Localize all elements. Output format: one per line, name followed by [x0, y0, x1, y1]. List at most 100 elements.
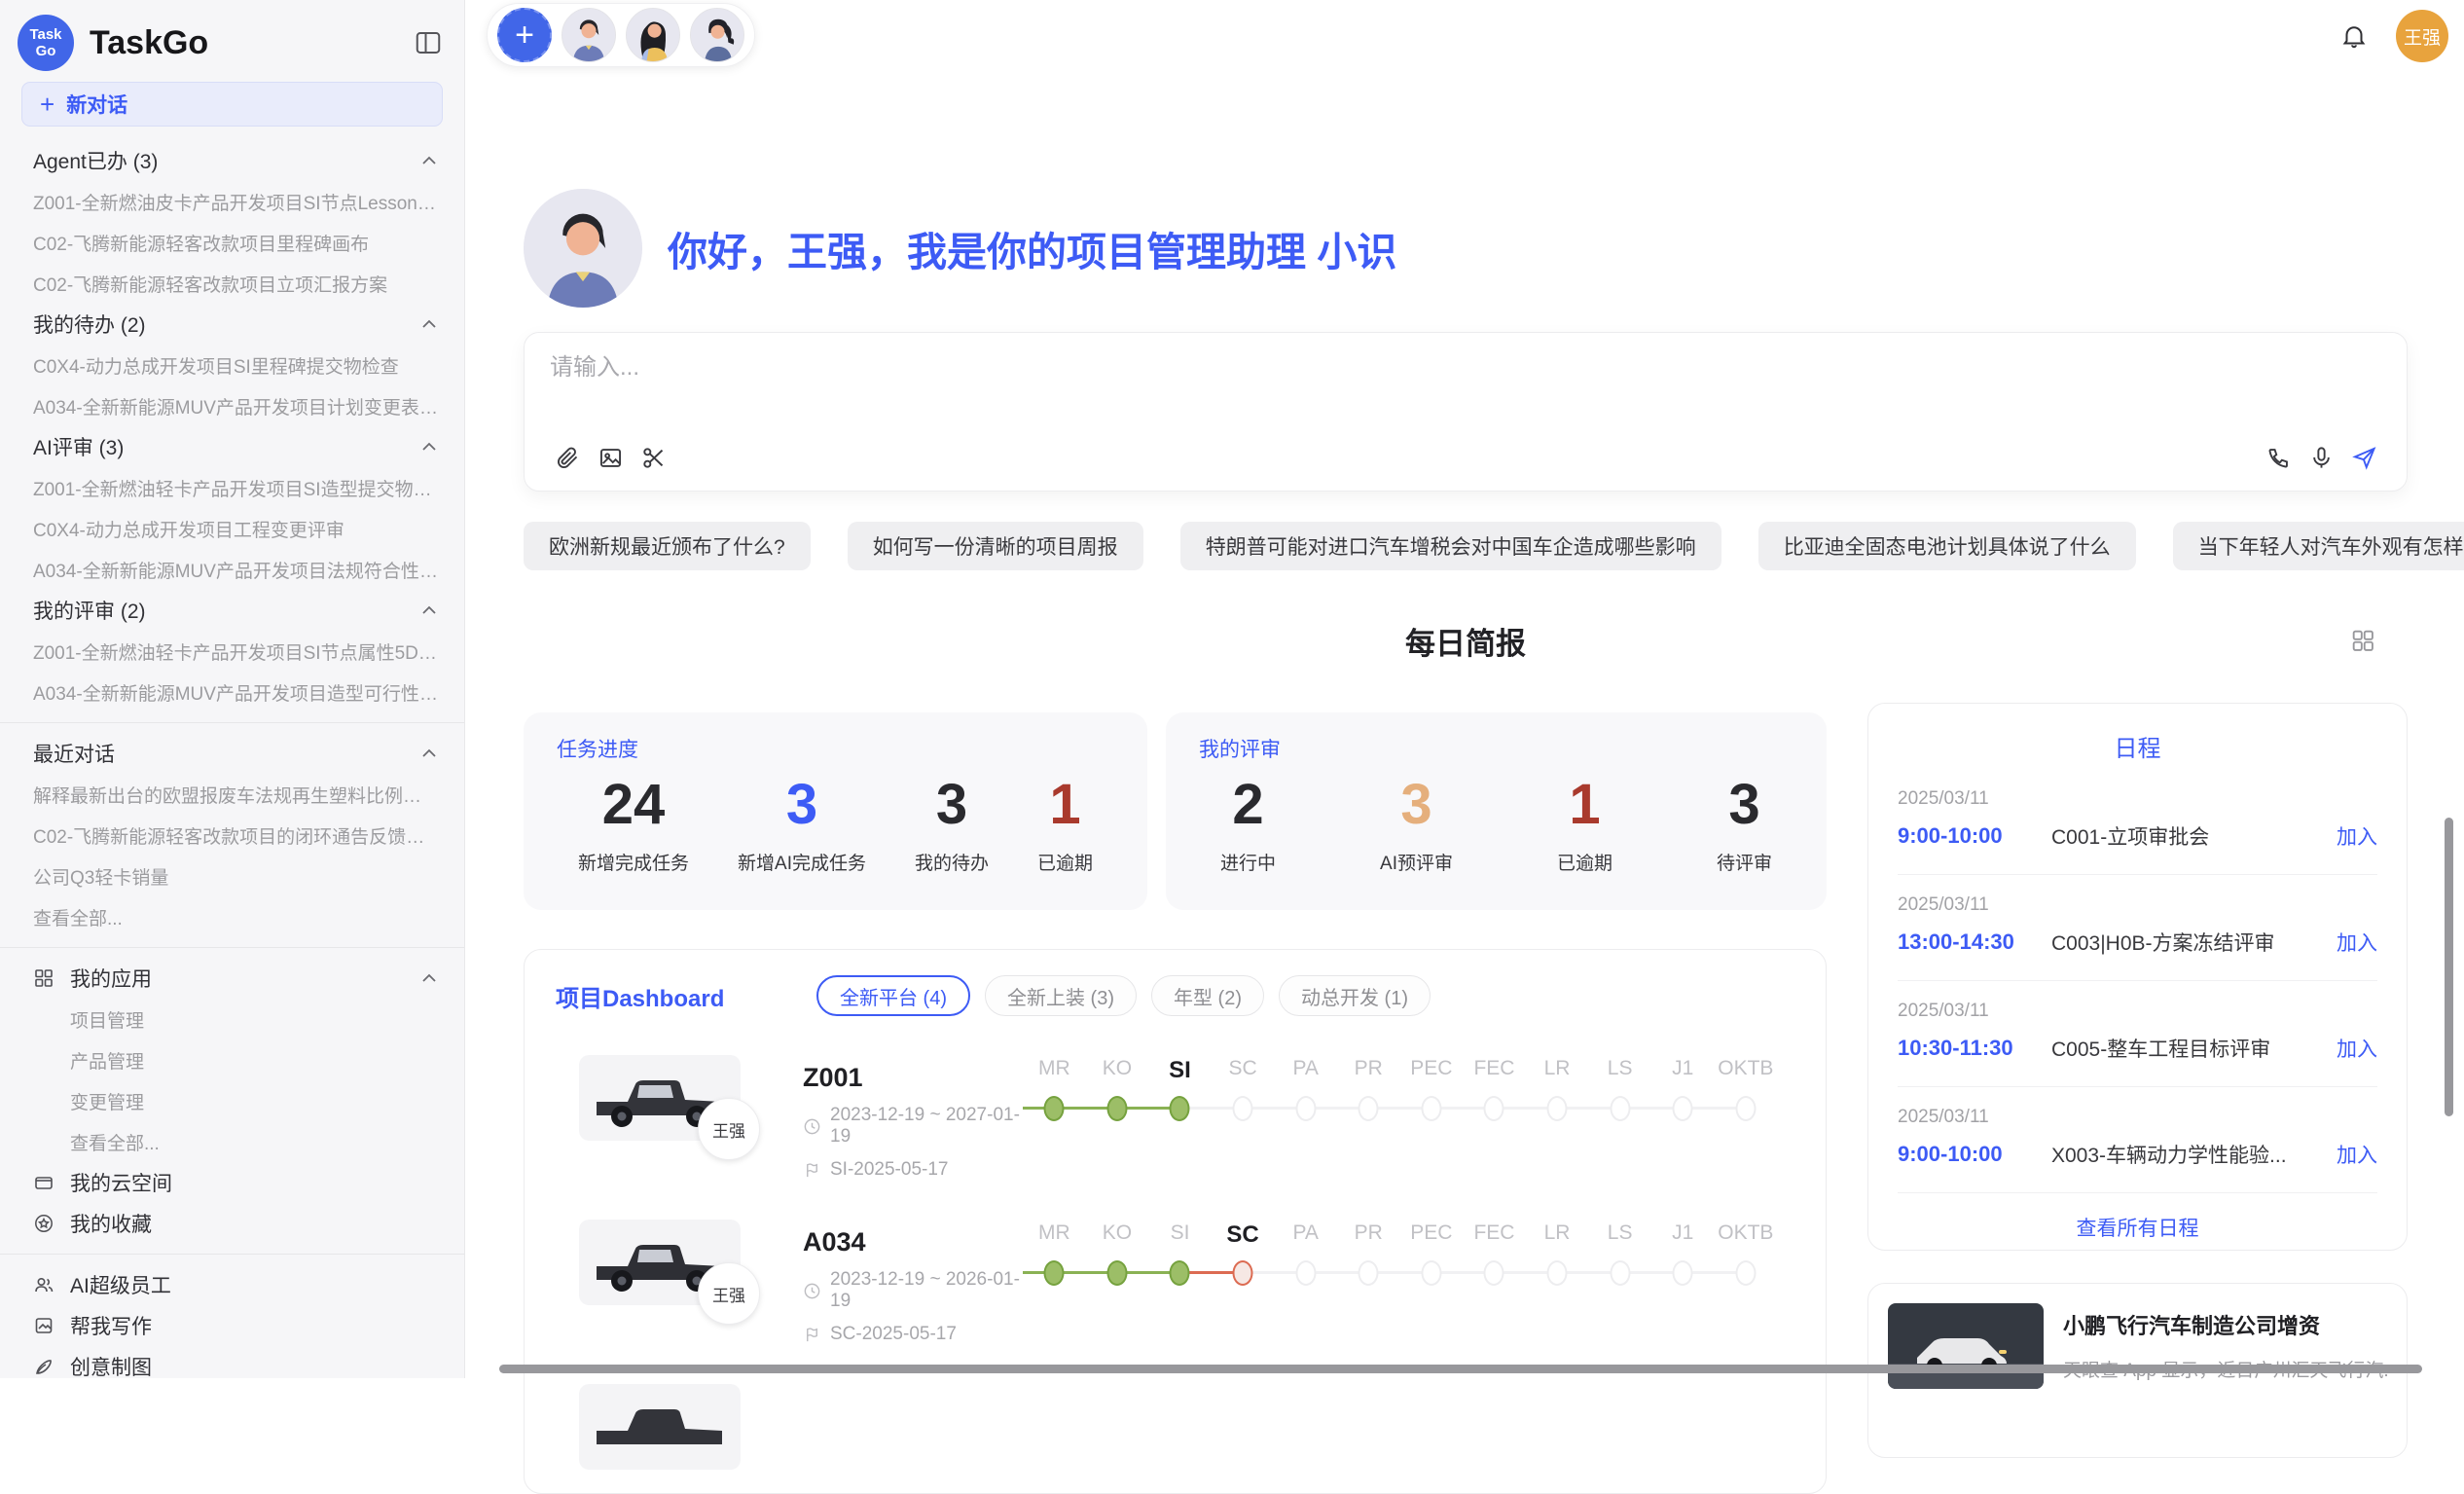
schedule-time: 13:00-14:30 [1898, 929, 2051, 955]
chevron-up-icon [419, 744, 439, 763]
milestone-timeline: MR KO [1023, 1055, 1793, 1125]
insert-image-icon[interactable] [589, 438, 632, 477]
card-title: 我的评审 [1199, 734, 1794, 763]
schedule-event-title: C001-立项审批会 [2051, 821, 2323, 851]
add-agent-button[interactable]: + [497, 8, 552, 62]
milestone-dot [1044, 1260, 1065, 1286]
scissors-icon[interactable] [632, 438, 674, 477]
help-write-label: 帮我写作 [70, 1311, 439, 1340]
schedule-list: 2025/03/11 9:00-10:00 C001-立项审批会 加入 2025… [1898, 769, 2377, 1193]
milestone: PR [1337, 1221, 1400, 1290]
section-header-recent-chats[interactable]: 最近对话 [0, 733, 464, 774]
sidebar-task-item[interactable]: C0X4-动力总成开发项目SI里程碑提交物检查 [0, 345, 464, 385]
suggestion-chip[interactable]: 如何写一份清晰的项目周报 [848, 522, 1143, 570]
sidebar-task-item[interactable]: Z001-全新燃油皮卡产品开发项目SI节点Lesson Learn报告 [0, 181, 464, 222]
sidebar-item-creative-draw[interactable]: 创意制图 [0, 1346, 464, 1378]
recent-chat-item[interactable]: 解释最新出台的欧盟报废车法规再生塑料比例被调至15%... [0, 774, 464, 815]
chevron-up-icon [419, 601, 439, 620]
voice-call-icon[interactable] [2257, 438, 2300, 477]
milestone: LR [1526, 1221, 1589, 1290]
recent-chat-item[interactable]: 查看全部... [0, 896, 464, 937]
view-all-schedule-link[interactable]: 查看所有日程 [1898, 1193, 2377, 1261]
sidebar-item-help-write[interactable]: 帮我写作 [0, 1305, 464, 1346]
stat-value: 1 [1037, 769, 1093, 841]
user-avatar[interactable]: 王强 [2396, 10, 2448, 62]
sidebar-task-item[interactable]: C02-飞腾新能源轻客改款项目立项汇报方案 [0, 263, 464, 304]
dashboard-tab[interactable]: 全新平台 (4) [816, 975, 970, 1016]
suggestion-chip[interactable]: 当下年轻人对汽车外观有怎样的喜好趋势 [2173, 522, 2464, 570]
recent-chat-item[interactable]: 公司Q3轻卡销量 [0, 856, 464, 896]
sidebar-task-item[interactable]: A034-全新新能源MUV产品开发项目造型可行性评审 [0, 672, 464, 712]
milestone-dot [1484, 1260, 1504, 1286]
notification-bell-icon[interactable] [2339, 21, 2369, 51]
send-icon[interactable] [2342, 438, 2385, 477]
milestone-timeline: MR KO [1023, 1220, 1793, 1290]
app-item[interactable]: 查看全部... [0, 1121, 464, 1162]
join-link[interactable]: 加入 [2337, 928, 2377, 957]
agent-avatar-1[interactable] [562, 8, 616, 62]
my-apps-items: 项目管理产品管理变更管理查看全部... [0, 999, 464, 1162]
new-chat-button[interactable]: + 新对话 [21, 82, 443, 127]
app-item[interactable]: 变更管理 [0, 1080, 464, 1121]
milestone-dot [1233, 1260, 1253, 1286]
sidebar-task-item[interactable]: A034-全新新能源MUV产品开发项目法规符合性评审 [0, 549, 464, 590]
sidebar-item-favorites[interactable]: 我的收藏 [0, 1203, 464, 1244]
stat-label: 进行中 [1220, 849, 1276, 875]
section-header-agent-done[interactable]: Agent已办 (3) [0, 140, 464, 181]
suggestion-chip[interactable]: 比亚迪全固态电池计划具体说了什么 [1758, 522, 2136, 570]
star-circle-icon [33, 1213, 54, 1234]
project-row[interactable]: 王强 A034 2023-12-19 ~ 2026-01-19 SC-2025-… [525, 1220, 1826, 1345]
milestone-label: MR [1023, 1057, 1086, 1092]
flag-milestone: SC-2025-05-17 [830, 1324, 957, 1345]
project-row[interactable]: 王强 Z001 2023-12-19 ~ 2027-01-19 SI-2025-… [525, 1055, 1826, 1181]
ai-staff-label: AI超级员工 [70, 1270, 439, 1299]
stat-item: 3 AI预评审 [1380, 769, 1453, 875]
app-item[interactable]: 项目管理 [0, 999, 464, 1039]
suggestion-chip[interactable]: 特朗普可能对进口汽车增税会对中国车企造成哪些影响 [1180, 522, 1721, 570]
sidebar-task-item[interactable]: Z001-全新燃油轻卡产品开发项目SI节点属性5D文件评审 [0, 631, 464, 672]
agent-avatar-2[interactable] [626, 8, 680, 62]
recent-chat-item[interactable]: C02-飞腾新能源轻客改款项目的闭环通告反馈情况 [0, 815, 464, 856]
collapse-sidebar-icon[interactable] [414, 28, 443, 57]
pen-icon [33, 1356, 54, 1377]
horizontal-scrollbar[interactable] [499, 1365, 2422, 1373]
sidebar-task-item[interactable]: C0X4-动力总成开发项目工程变更评审 [0, 508, 464, 549]
join-link[interactable]: 加入 [2337, 1034, 2377, 1063]
dashboard-tab[interactable]: 全新上装 (3) [985, 975, 1137, 1016]
recent-chat-items: 解释最新出台的欧盟报废车法规再生塑料比例被调至15%...C02-飞腾新能源轻客… [0, 774, 464, 937]
join-link[interactable]: 加入 [2337, 821, 2377, 851]
sidebar-task-item[interactable]: A034-全新新能源MUV产品开发项目计划变更表编写 [0, 385, 464, 426]
app-item[interactable]: 产品管理 [0, 1039, 464, 1080]
vertical-scrollbar[interactable] [2445, 818, 2453, 1116]
join-link[interactable]: 加入 [2337, 1140, 2377, 1169]
layout-grid-icon[interactable] [2349, 627, 2376, 654]
milestone: PA [1274, 1057, 1337, 1125]
milestone-dot [1610, 1260, 1630, 1286]
milestone-dot [1735, 1260, 1756, 1286]
chevron-up-icon [419, 968, 439, 988]
section-header-my-todo[interactable]: 我的待办 (2) [0, 304, 464, 345]
microphone-icon[interactable] [2300, 438, 2342, 477]
sidebar-task-item[interactable]: Z001-全新燃油轻卡产品开发项目SI造型提交物评审 [0, 467, 464, 508]
sidebar-item-cloud-space[interactable]: 我的云空间 [0, 1162, 464, 1203]
section-header-my-review[interactable]: 我的评审 (2) [0, 590, 464, 631]
attachment-icon[interactable] [546, 438, 589, 477]
section-label: 最近对话 [33, 739, 419, 768]
sidebar-item-ai-staff[interactable]: AI超级员工 [0, 1264, 464, 1305]
flag-icon [803, 1326, 821, 1344]
milestone-dot [1547, 1096, 1568, 1121]
sidebar-task-item[interactable]: C02-飞腾新能源轻客改款项目里程碑画布 [0, 222, 464, 263]
dashboard-tab[interactable]: 动总开发 (1) [1279, 975, 1431, 1016]
section-header-ai-review[interactable]: AI评审 (3) [0, 426, 464, 467]
sidebar-item-my-apps[interactable]: 我的应用 [0, 958, 464, 999]
milestone-dot [1106, 1096, 1127, 1121]
milestone-label: PA [1274, 1221, 1337, 1257]
dashboard-tab[interactable]: 年型 (2) [1151, 975, 1264, 1016]
milestone-label: J1 [1651, 1221, 1715, 1257]
chat-input[interactable] [550, 354, 2381, 382]
agent-avatar-3[interactable] [690, 8, 744, 62]
news-photo [1888, 1303, 2044, 1389]
suggestion-chip[interactable]: 欧洲新规最近颁布了什么? [524, 522, 811, 570]
project-dates: 2023-12-19 ~ 2027-01-19 [803, 1105, 1023, 1148]
favorites-label: 我的收藏 [70, 1209, 439, 1238]
